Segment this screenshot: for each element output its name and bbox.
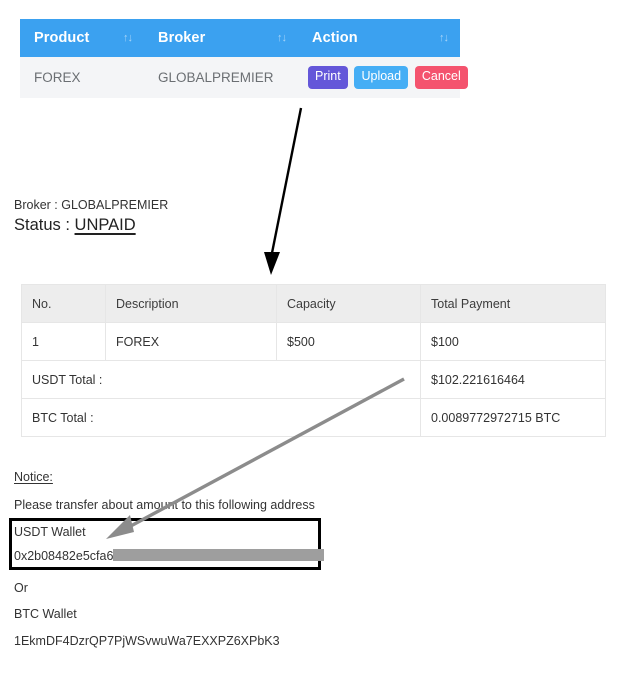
usdt-wallet-address-redaction	[113, 549, 325, 561]
sort-updown-icon[interactable]: ↑↓	[439, 32, 449, 44]
invoice-column-capacity: Capacity	[276, 284, 421, 323]
invoice-cell-total-payment: $100	[420, 322, 606, 361]
column-header-broker[interactable]: Broker ↑↓	[144, 19, 298, 57]
sort-updown-icon[interactable]: ↑↓	[277, 32, 287, 44]
broker-label: Broker :	[14, 198, 62, 212]
table-row: FOREX GLOBALPREMIER Print Upload Cancel	[20, 57, 468, 98]
status-label: Status :	[14, 216, 75, 234]
status-line: Status : UNPAID	[14, 216, 136, 235]
usdt-wallet-label: USDT Wallet	[14, 525, 86, 539]
status-badge: UNPAID	[74, 216, 136, 234]
btc-wallet-address[interactable]: 1EkmDF4DzrQP7PjWSvwuWa7EXXPZ6XPbK3	[14, 634, 280, 648]
invoice-column-description: Description	[105, 284, 277, 323]
btc-total-row: BTC Total : 0.0089772972715 BTC	[21, 398, 606, 437]
usdt-total-row: USDT Total : $102.221616464	[21, 360, 606, 399]
usdt-total-label: USDT Total :	[21, 360, 421, 399]
invoice-cell-capacity: $500	[276, 322, 421, 361]
invoice-column-no: No.	[21, 284, 106, 323]
invoice-table-body: 1 FOREX $500 $100 USDT Total : $102.2216…	[21, 322, 606, 437]
cell-broker: GLOBALPREMIER	[158, 69, 274, 85]
column-header-broker-label: Broker	[158, 30, 206, 46]
broker-value: GLOBALPREMIER	[61, 198, 169, 212]
btc-total-value: 0.0089772972715 BTC	[420, 398, 606, 437]
broker-line: Broker : GLOBALPREMIER	[14, 198, 168, 212]
invoice-table-head: No. Description Capacity Total Payment	[21, 284, 606, 323]
invoice-header-row: No. Description Capacity Total Payment	[21, 284, 606, 323]
cancel-button[interactable]: Cancel	[414, 66, 468, 89]
btc-total-label: BTC Total :	[21, 398, 421, 437]
invoice-table: No. Description Capacity Total Payment 1…	[21, 284, 606, 437]
notice-heading: Notice:	[14, 470, 53, 484]
table-row: 1 FOREX $500 $100	[21, 322, 606, 361]
sort-updown-icon[interactable]: ↑↓	[123, 32, 133, 44]
usdt-wallet-address-visible: 0x2b08482e5cfa6	[14, 549, 114, 563]
column-header-action[interactable]: Action ↑↓	[298, 19, 460, 57]
btc-wallet-label: BTC Wallet	[14, 607, 77, 621]
column-header-product[interactable]: Product ↑↓	[20, 19, 144, 57]
action-table-body: FOREX GLOBALPREMIER Print Upload Cancel	[20, 57, 468, 98]
cell-action: Print Upload Cancel	[298, 57, 468, 98]
action-table: Product ↑↓ Broker ↑↓ Action ↑↓ FOREX GLO…	[20, 19, 468, 98]
column-header-product-label: Product	[34, 30, 90, 46]
action-table-header-row: Product ↑↓ Broker ↑↓ Action ↑↓	[20, 19, 460, 57]
invoice-column-total-payment: Total Payment	[420, 284, 606, 323]
invoice-cell-no: 1	[21, 322, 106, 361]
action-table-head: Product ↑↓ Broker ↑↓ Action ↑↓	[20, 19, 460, 57]
column-header-action-label: Action	[312, 30, 358, 46]
cell-product: FOREX	[34, 69, 81, 85]
arrow-print-to-invoice-table	[264, 107, 303, 275]
invoice-cell-description: FOREX	[105, 322, 277, 361]
print-button[interactable]: Print	[308, 66, 348, 89]
upload-button[interactable]: Upload	[354, 66, 409, 89]
or-separator-text: Or	[14, 581, 28, 595]
usdt-total-value: $102.221616464	[420, 360, 606, 399]
notice-text: Please transfer about amount to this fol…	[14, 498, 315, 512]
usdt-wallet-address[interactable]: 0x2b08482e5cfa6	[14, 549, 325, 563]
